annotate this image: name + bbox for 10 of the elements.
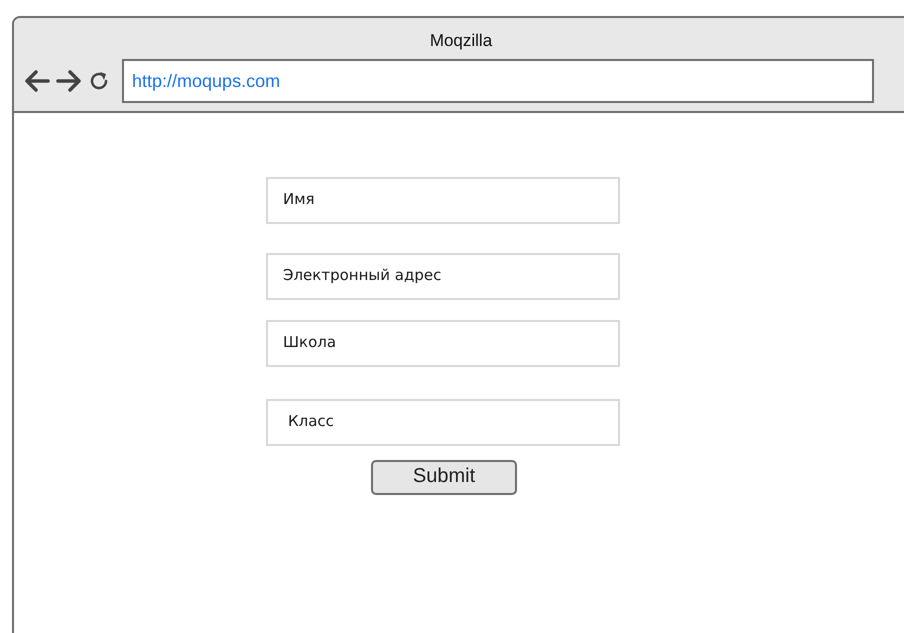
forward-arrow-icon[interactable]: [56, 69, 82, 93]
window-title: Moqzilla: [428, 30, 494, 48]
text-field[interactable]: Электронный адрес: [266, 253, 620, 300]
back-arrow-icon[interactable]: [24, 69, 50, 93]
text-field[interactable]: Школа: [266, 320, 620, 367]
submit-button[interactable]: Submit: [371, 460, 517, 495]
address-bar[interactable]: http://moqups.com: [122, 59, 874, 103]
text-field[interactable]: Имя: [266, 177, 620, 224]
reload-icon[interactable]: [88, 70, 110, 92]
text-field[interactable]: Класс: [266, 399, 620, 446]
